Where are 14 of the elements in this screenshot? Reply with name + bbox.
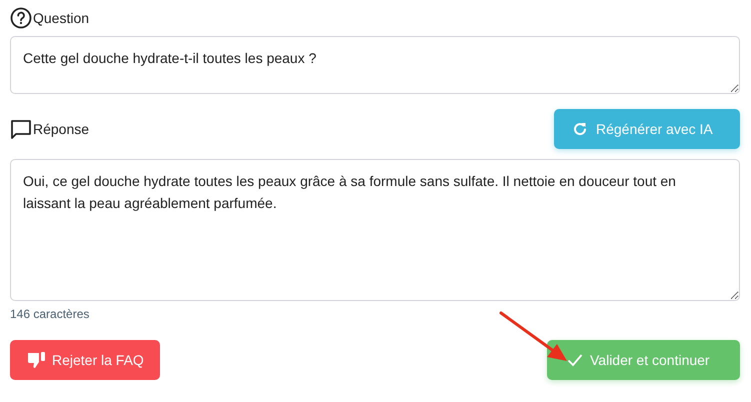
speech-bubble-icon xyxy=(10,118,32,140)
question-label: Question xyxy=(33,10,90,26)
refresh-icon xyxy=(572,121,588,137)
answer-field[interactable]: Oui, ce gel douche hydrate toutes les peaux grâce à sa formule sans sulfate. Il nettoie en douceur tout en laissant la peau agréablement parfumée. xyxy=(10,159,740,301)
answer-label: Réponse xyxy=(33,121,90,137)
question-field[interactable]: Cette gel douche hydrate-t-il toutes les peaux ? xyxy=(10,36,740,94)
reject-button[interactable]: Rejeter la FAQ xyxy=(10,340,160,380)
annotation-arrow xyxy=(499,311,569,363)
checkmark-icon xyxy=(567,353,583,367)
help-icon xyxy=(10,7,32,29)
validate-button[interactable]: Valider et continuer xyxy=(547,340,740,380)
regenerate-button[interactable]: Régénérer avec IA xyxy=(554,109,740,149)
thumbs-down-icon xyxy=(27,351,47,369)
character-count: 146 caractères xyxy=(10,307,90,321)
